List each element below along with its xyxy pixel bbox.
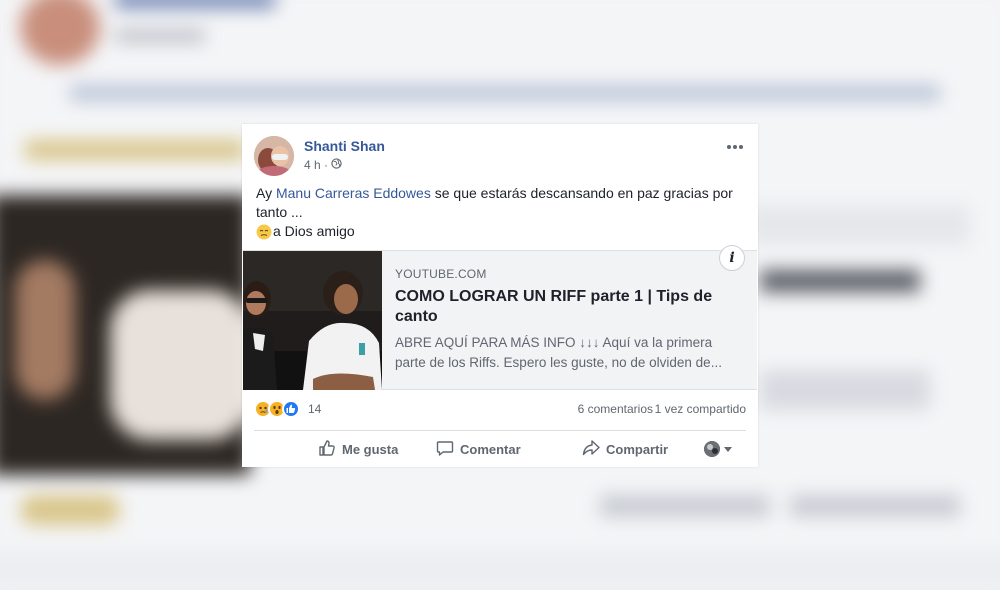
audience-selector[interactable] [704, 441, 732, 457]
profile-avatar-icon [704, 441, 720, 457]
link-body: YOUTUBE.COM COMO LOGRAR UN RIFF parte 1 … [395, 267, 745, 373]
comment-icon [436, 439, 454, 460]
author-avatar[interactable] [254, 136, 294, 176]
post-header: Shanti Shan 4 h · [254, 136, 746, 178]
post-text-prefix: Ay [256, 185, 276, 201]
comments-count[interactable]: 6 comentarios [578, 402, 653, 416]
sad-face-emoji-icon [256, 224, 272, 240]
link-domain: YOUTUBE.COM [395, 267, 487, 281]
shares-count[interactable]: 1 vez compartido [655, 402, 746, 416]
comment-button[interactable]: Comentar [436, 439, 521, 460]
mention-link[interactable]: Manu Carreras Eddowes [276, 185, 431, 201]
reactions-row: 14 6 comentarios 1 vez compartido [254, 398, 746, 420]
share-icon [582, 439, 600, 460]
link-preview[interactable]: i YOUTUBE.COM COMO LOGRAR UN RIFF parte … [243, 245, 757, 390]
like-button[interactable]: Me gusta [318, 439, 398, 460]
video-thumbnail[interactable] [243, 251, 382, 390]
post-card: Shanti Shan 4 h · Ay Manu Carreras Eddow… [242, 124, 758, 467]
link-description: ABRE AQUÍ PARA MÁS INFO ↓↓↓ Aquí va la p… [395, 335, 722, 370]
link-title[interactable]: COMO LOGRAR UN RIFF parte 1 | Tips de ca… [395, 287, 725, 327]
thumbs-up-icon [318, 439, 336, 460]
share-button[interactable]: Compartir [582, 439, 668, 460]
post-time[interactable]: 4 h · [304, 158, 328, 172]
share-label: Compartir [606, 442, 669, 457]
post-text-line2-text: a Dios amigo [273, 223, 355, 239]
comment-label: Comentar [460, 442, 521, 457]
post-meta: 4 h · [304, 158, 342, 172]
globe-icon [331, 158, 342, 172]
like-reaction-icon [282, 400, 300, 418]
reaction-icons[interactable] [254, 400, 300, 418]
author-name[interactable]: Shanti Shan [304, 138, 385, 154]
post-text-line2: a Dios amigo [256, 222, 746, 241]
more-options-icon[interactable] [724, 140, 746, 154]
like-label: Me gusta [342, 442, 399, 457]
actions-row: Me gusta Comentar Compartir [254, 430, 746, 466]
post-text: Ay Manu Carreras Eddowes se que estarás … [256, 184, 746, 241]
chevron-down-icon [724, 446, 732, 452]
reaction-count[interactable]: 14 [308, 402, 321, 416]
